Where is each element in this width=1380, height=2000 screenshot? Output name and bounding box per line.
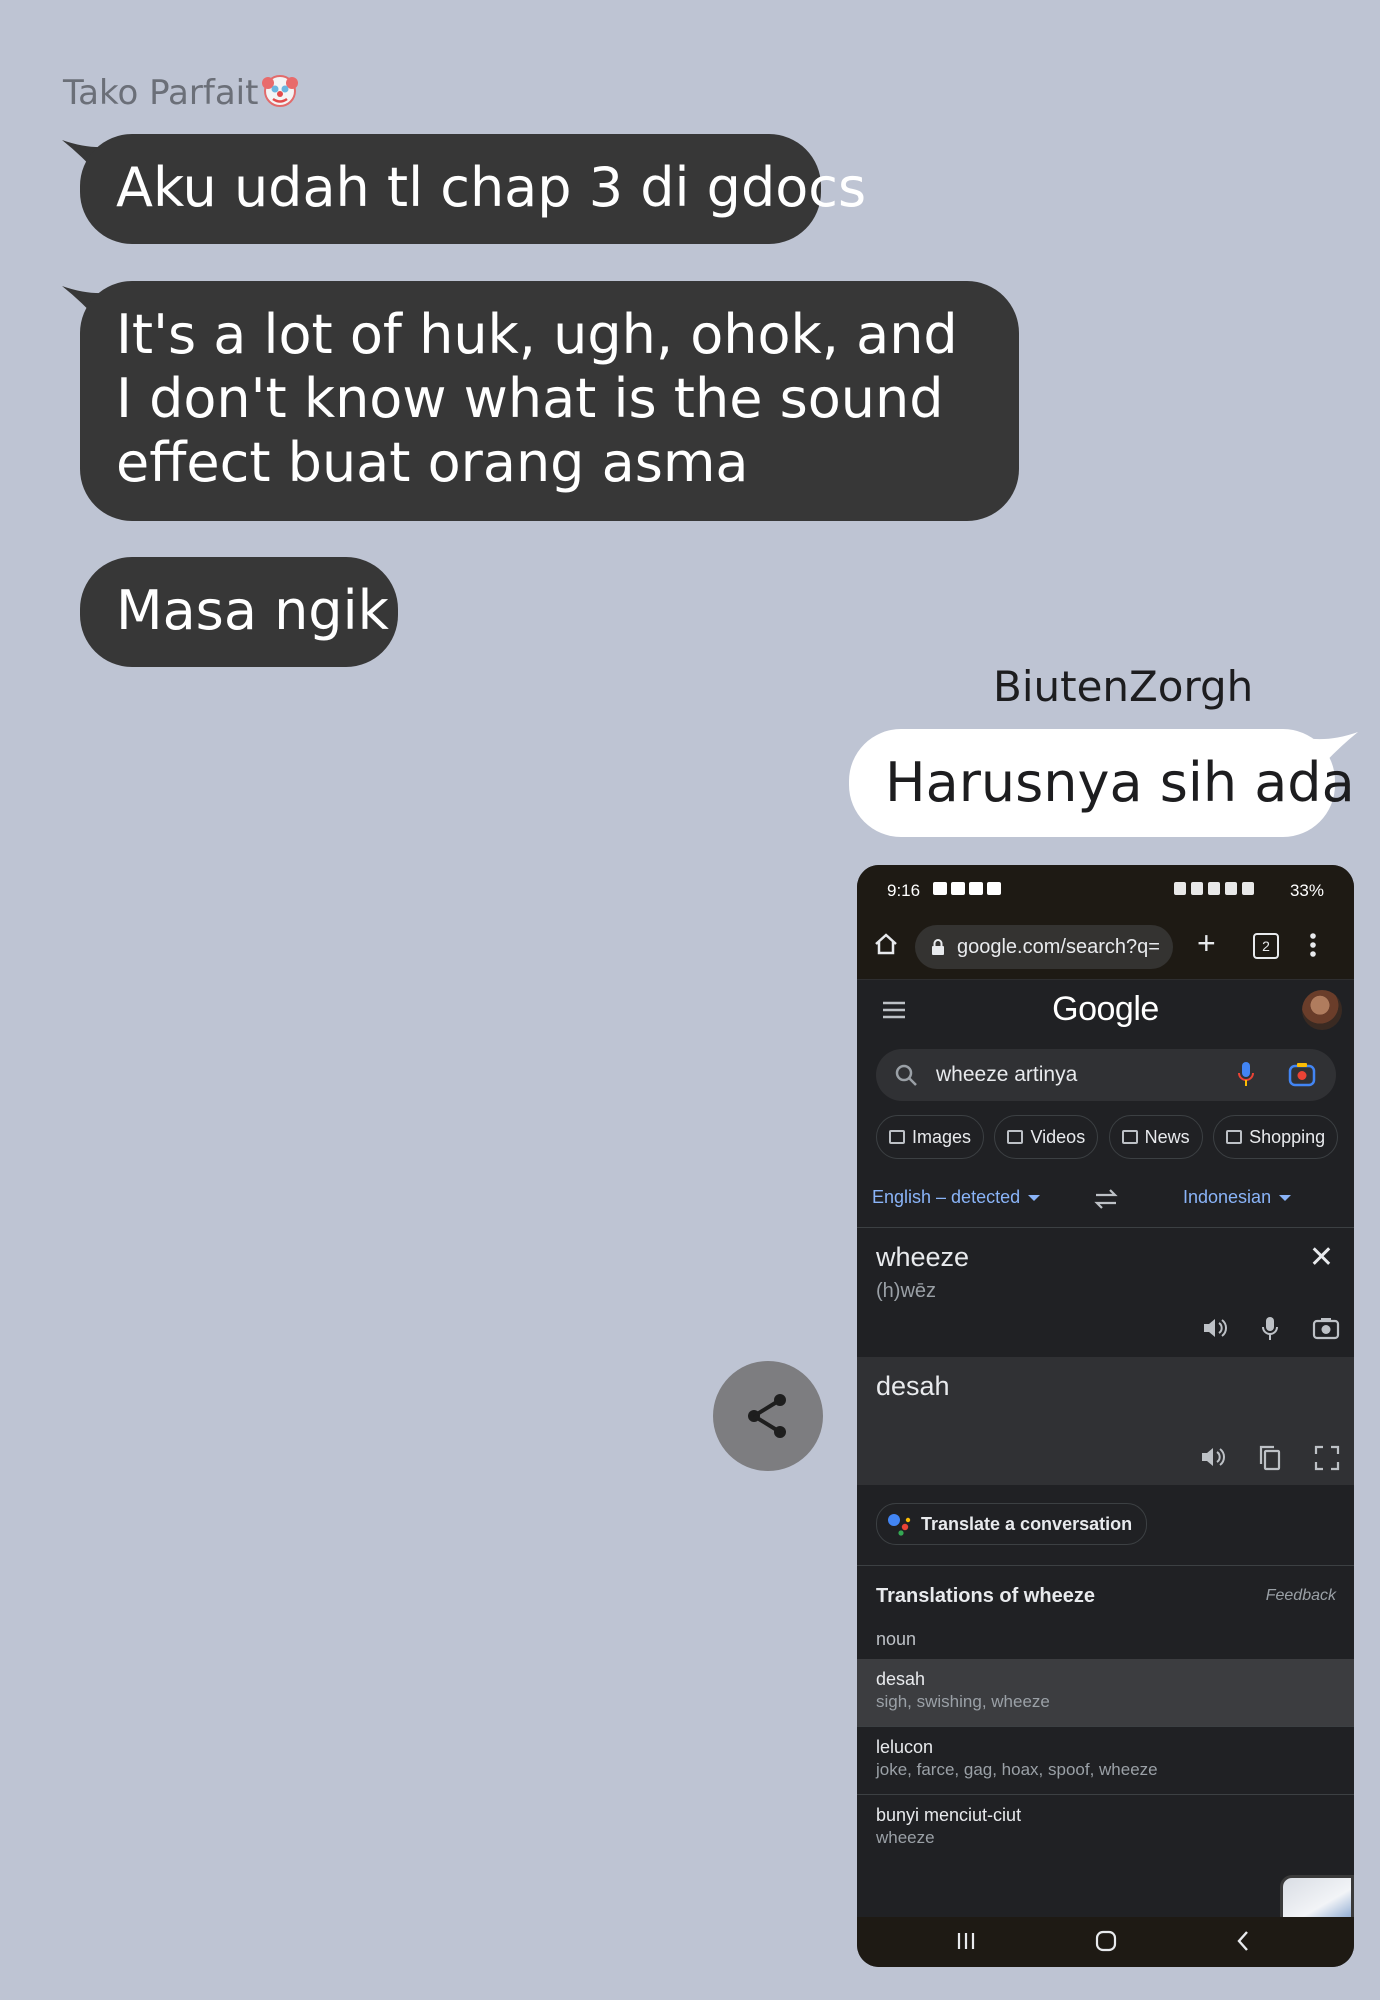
feedback-link[interactable]: Feedback (1266, 1587, 1336, 1605)
translated-word: desah (876, 1371, 950, 1401)
phonetic-text: (h)wēz (876, 1280, 937, 1302)
back-icon[interactable] (1235, 1929, 1251, 1953)
message-bubble[interactable]: Harusnya sih ada (849, 729, 1355, 837)
source-actions (1202, 1316, 1340, 1342)
status-time: 9:16 (887, 881, 921, 900)
notification-icons (933, 882, 1001, 895)
source-text-panel[interactable]: wheeze (h)wēz ✕ (857, 1228, 1354, 1356)
sender-name: BiutenZorgh (993, 662, 1254, 711)
search-input[interactable]: wheeze artinya (876, 1049, 1336, 1101)
google-assistant-icon (888, 1514, 911, 1536)
recent-apps-icon[interactable] (955, 1929, 977, 1953)
image-icon (889, 1130, 905, 1144)
search-icon (895, 1064, 917, 1086)
system-icons (1174, 882, 1254, 895)
status-bar: 9:16 33% (857, 865, 1354, 915)
more-options-icon[interactable] (1309, 931, 1317, 959)
message-bubble[interactable]: Aku udah tl chap 3 di gdocs (80, 134, 866, 244)
screenshot-image[interactable]: 9:16 33% google.com/search?q= + 2 Google… (857, 865, 1354, 1967)
message-bubble[interactable]: It's a lot of huk, ugh, ohok, and I don'… (80, 281, 1019, 521)
translate-conversation-button[interactable]: Translate a conversation (876, 1503, 1148, 1545)
swap-languages-icon[interactable] (1093, 1187, 1119, 1211)
translations-list: Translations of wheeze Feedback noun des… (857, 1567, 1354, 1863)
source-language-dropdown[interactable]: English – detected (872, 1187, 1041, 1208)
chip-images[interactable]: Images (876, 1115, 985, 1159)
chip-videos[interactable]: Videos (994, 1115, 1099, 1159)
list-item[interactable]: lelucon joke, farce, gag, hoax, spoof, w… (857, 1727, 1354, 1795)
share-button[interactable] (713, 1361, 823, 1471)
clear-icon[interactable]: ✕ (1309, 1240, 1334, 1275)
language-selector-row: English – detected Indonesian (857, 1175, 1354, 1228)
search-filter-chips: Images Videos News Shopping (876, 1115, 1354, 1161)
sender-name: Tako Parfait (63, 70, 300, 113)
camera-icon[interactable] (1312, 1316, 1340, 1340)
new-tab-button[interactable]: + (1197, 925, 1216, 962)
android-nav-bar (857, 1917, 1354, 1967)
result-actions (1200, 1445, 1340, 1471)
tab-switcher-button[interactable]: 2 (1253, 933, 1279, 959)
copy-icon[interactable] (1258, 1445, 1282, 1471)
target-language-dropdown[interactable]: Indonesian (1183, 1187, 1292, 1208)
search-query: wheeze artinya (936, 1063, 1078, 1086)
browser-toolbar: google.com/search?q= + 2 (857, 915, 1354, 980)
chip-shopping[interactable]: Shopping (1213, 1115, 1339, 1159)
address-bar[interactable]: google.com/search?q= (915, 925, 1173, 969)
list-item[interactable]: desah sigh, swishing, wheeze (857, 1659, 1354, 1727)
translations-title: Translations of wheeze (876, 1585, 1095, 1607)
list-item[interactable]: bunyi menciut-ciut wheeze (857, 1795, 1354, 1863)
caret-down-icon (1279, 1195, 1292, 1201)
conversation-row: Translate a conversation (857, 1485, 1354, 1566)
speaker-icon[interactable] (1200, 1445, 1226, 1469)
google-lens-icon[interactable] (1288, 1061, 1316, 1089)
microphone-icon[interactable] (1260, 1316, 1280, 1342)
translations-header: Translations of wheeze Feedback (857, 1567, 1354, 1619)
google-header: Google (857, 980, 1354, 1050)
microphone-icon[interactable] (1236, 1061, 1256, 1089)
google-logo[interactable]: Google (857, 990, 1354, 1029)
lock-icon (932, 939, 944, 955)
avatar[interactable] (1302, 990, 1342, 1030)
message-bubble[interactable]: Masa ngik (80, 557, 398, 667)
home-icon[interactable] (873, 931, 899, 957)
clown-emoji-icon (262, 75, 299, 107)
speaker-icon[interactable] (1202, 1316, 1228, 1340)
caret-down-icon (1028, 1195, 1041, 1201)
share-icon (748, 1394, 786, 1438)
tag-icon (1226, 1130, 1243, 1144)
chip-news[interactable]: News (1108, 1115, 1203, 1159)
fullscreen-icon[interactable] (1314, 1445, 1340, 1471)
news-icon (1121, 1130, 1138, 1144)
part-of-speech: noun (876, 1629, 917, 1649)
source-word: wheeze (876, 1242, 970, 1272)
battery-level: 33% (1289, 881, 1324, 900)
translation-result-panel[interactable]: desah (857, 1357, 1354, 1485)
video-icon (1007, 1130, 1024, 1144)
home-nav-icon[interactable] (1094, 1929, 1118, 1953)
